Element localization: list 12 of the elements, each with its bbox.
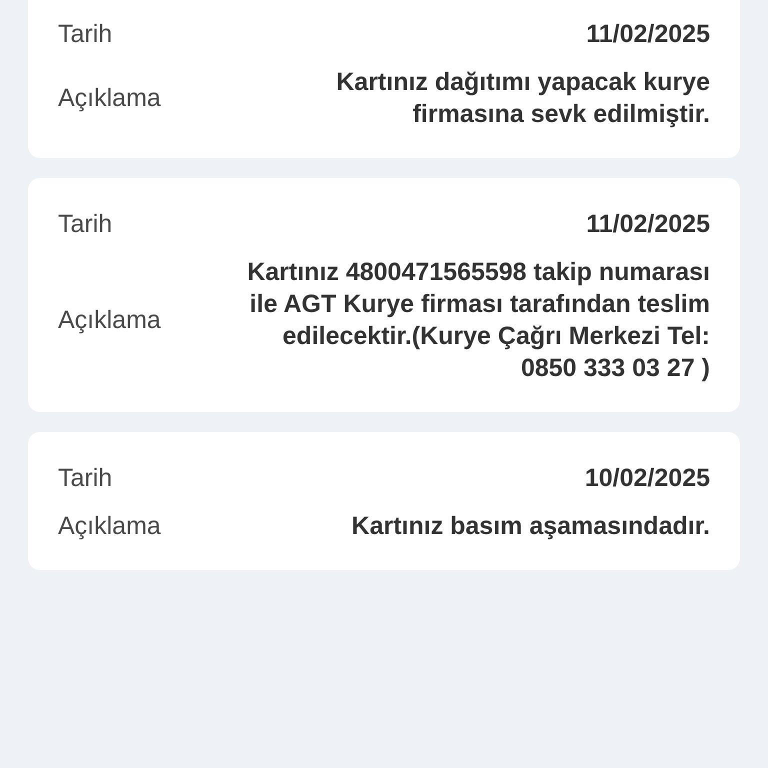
date-value: 10/02/2025 bbox=[584, 463, 710, 494]
description-text: Kartınız 4800471565598 takip numarası ile AGT Kurye firması tarafından teslim edilecektir.(Kurye Çağrı Merkezi Tel: 0850 333 03 27 ) bbox=[246, 257, 710, 384]
date-value: 11/02/2025 bbox=[586, 209, 710, 240]
description-label: Açıklama bbox=[58, 512, 161, 540]
date-label: Tarih bbox=[58, 20, 114, 48]
description-label: Açıklama bbox=[58, 306, 161, 334]
description-label: Açıklama bbox=[58, 84, 161, 112]
description-text: Kartınız dağıtımı yapacak kurye firmasına sevk edilmiştir. bbox=[335, 67, 710, 130]
date-label: Tarih bbox=[58, 464, 114, 492]
date-label: Tarih bbox=[58, 210, 114, 238]
description-text: Kartınız basım aşamasındadır. bbox=[352, 511, 710, 542]
date-value: 11/02/2025 bbox=[586, 19, 710, 50]
